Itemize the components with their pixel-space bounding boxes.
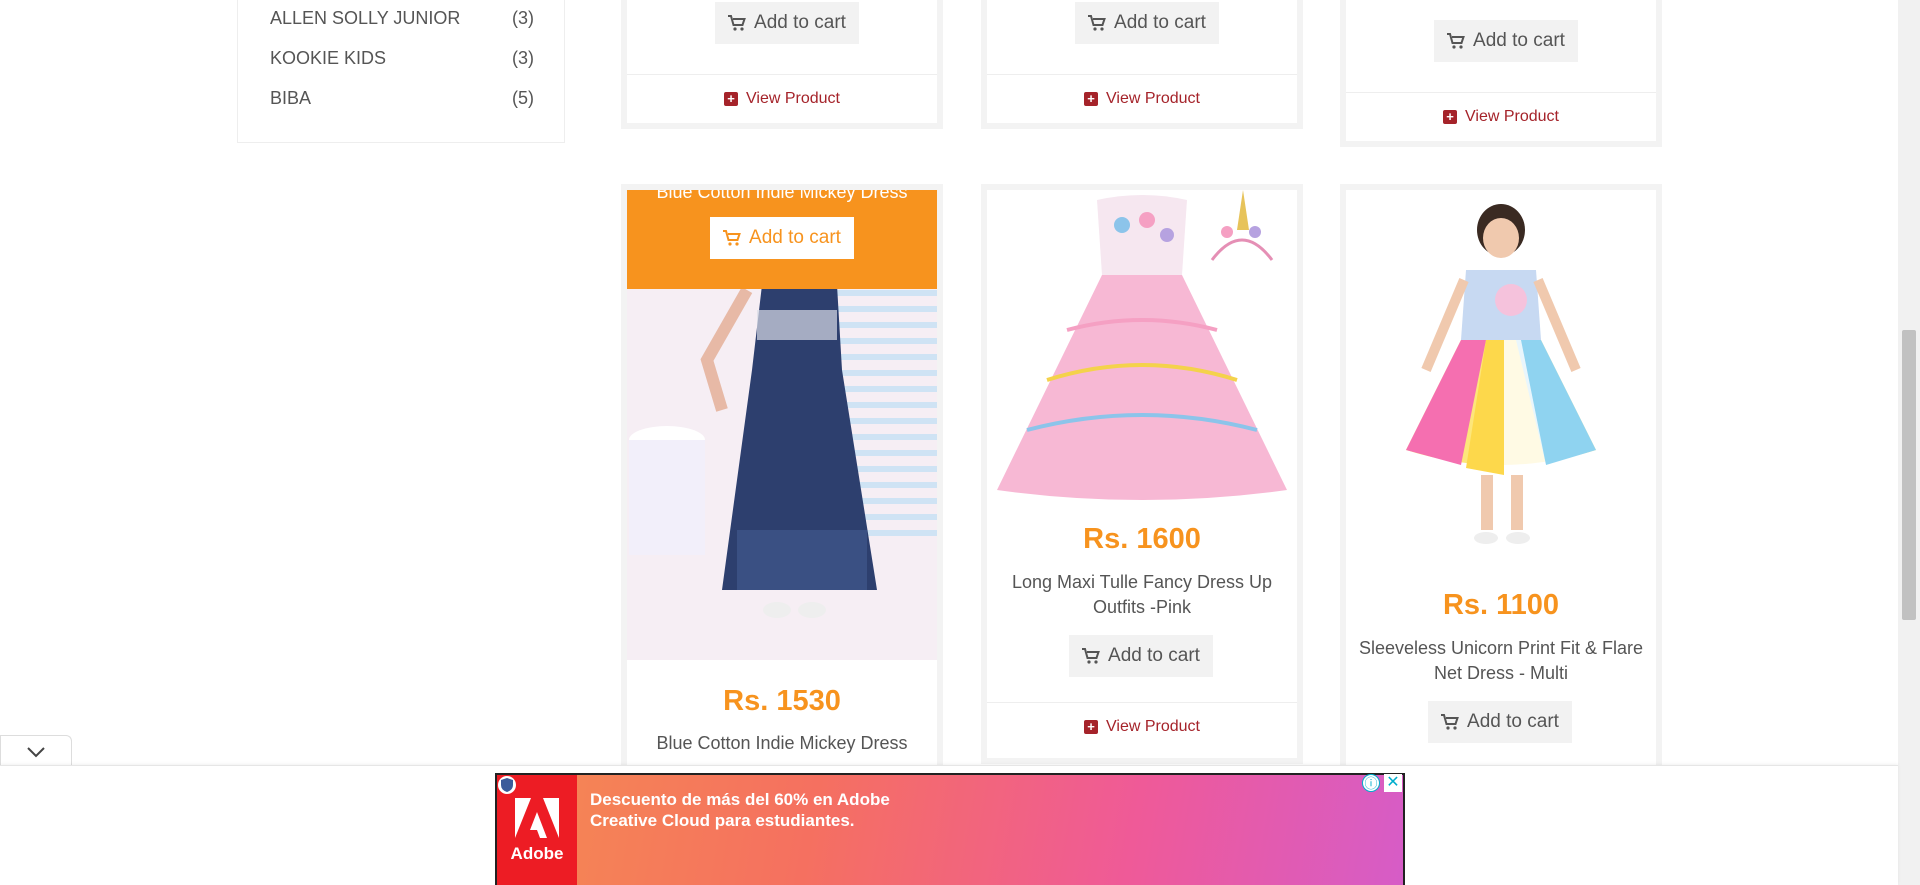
cart-icon (723, 230, 741, 246)
brand-filter-item[interactable]: KOOKIE KIDS (3) (270, 44, 534, 72)
brand-name: BIBA (270, 87, 312, 108)
add-to-cart-label: Add to cart (1114, 12, 1206, 33)
brand-count: (3) (512, 47, 534, 68)
ad-info-icon[interactable]: ⓘ (1362, 774, 1380, 792)
product-card: Rs. 1100 Sleeveless Unicorn Print Fit & … (1340, 184, 1662, 784)
add-to-cart-button[interactable]: Add to cart (715, 2, 859, 44)
view-product-link[interactable]: + View Product (987, 702, 1297, 750)
view-product-label: View Product (746, 89, 840, 107)
ad-collapse-button[interactable] (0, 735, 72, 767)
product-name[interactable]: Sleeveless Unicorn Print Fit & Flare Net… (1346, 636, 1656, 686)
product-card: Rs. 1600 Long Maxi Tulle Fancy Dress Up … (981, 184, 1303, 764)
product-price: Rs. 1600 (1083, 523, 1201, 555)
ad-text: Descuento de más del 60% en Adobe Creati… (590, 790, 890, 830)
add-to-cart-label: Add to cart (749, 227, 841, 248)
cart-icon (1441, 714, 1459, 730)
brand-name: KOOKIE KIDS (270, 47, 387, 68)
ad-banner[interactable]: Adobe Descuento de más del 60% en Adobe … (495, 773, 1405, 885)
product-card: Add to cart + View Product (981, 0, 1303, 129)
brand-filter-item[interactable]: BIBA (5) (270, 84, 534, 112)
product-image (1346, 190, 1656, 570)
add-to-cart-label: Add to cart (754, 12, 846, 33)
view-product-label: View Product (1465, 107, 1559, 125)
product-price: Rs. 1530 (723, 685, 841, 717)
product-name[interactable]: Blue Cotton Indie Mickey Dress (627, 731, 937, 756)
add-to-cart-button[interactable]: Add to cart (1428, 701, 1572, 743)
add-to-cart-label: Add to cart (1473, 30, 1565, 51)
plus-square-icon: + (1443, 109, 1457, 124)
brand-name: ALLEN SOLLY JUNIOR (270, 7, 461, 28)
scrollbar-thumb[interactable] (1902, 330, 1916, 620)
view-product-label: View Product (1106, 717, 1200, 735)
plus-square-icon: + (1084, 91, 1098, 106)
add-to-cart-label: Add to cart (1467, 711, 1559, 732)
add-to-cart-button[interactable]: Add to cart (1434, 20, 1578, 62)
adobe-brand-label: Adobe (510, 844, 564, 863)
view-product-link[interactable]: + View Product (1346, 92, 1656, 140)
product-card[interactable]: Blue Cotton Indie Mickey Dress Add to ca… (621, 184, 943, 784)
chevron-down-icon (27, 746, 45, 757)
ad-shield-icon (498, 776, 516, 794)
brand-count: (5) (512, 87, 534, 108)
product-card: Add to cart + View Product (621, 0, 943, 129)
cart-icon (1082, 648, 1100, 664)
product-hover-overlay: Blue Cotton Indie Mickey Dress Add to ca… (627, 190, 937, 289)
product-image (987, 190, 1297, 505)
plus-square-icon: + (1084, 719, 1098, 734)
brand-filter-panel: ALLEN SOLLY JUNIOR (3) KOOKIE KIDS (3) B… (237, 0, 565, 143)
adobe-logo-icon (515, 798, 559, 838)
ad-close-icon[interactable]: ✕ (1384, 774, 1402, 792)
add-to-cart-label: Add to cart (1108, 645, 1200, 666)
page: ALLEN SOLLY JUNIOR (3) KOOKIE KIDS (3) B… (0, 0, 1920, 885)
add-to-cart-button[interactable]: Add to cart (710, 217, 854, 259)
plus-square-icon: + (724, 91, 738, 106)
product-price: Rs. 1100 (1442, 589, 1560, 621)
cart-icon (1447, 33, 1465, 49)
brand-count: (3) (512, 7, 534, 28)
view-product-link[interactable]: + View Product (987, 74, 1297, 122)
product-name[interactable]: Long Maxi Tulle Fancy Dress Up Outfits -… (987, 570, 1297, 620)
product-card: Add to cart + View Product (1340, 0, 1662, 147)
add-to-cart-button[interactable]: Add to cart (1075, 2, 1219, 44)
cart-icon (728, 15, 746, 31)
view-product-label: View Product (1106, 89, 1200, 107)
cart-icon (1088, 15, 1106, 31)
add-to-cart-button[interactable]: Add to cart (1069, 635, 1213, 677)
brand-filter-item[interactable]: ALLEN SOLLY JUNIOR (3) (270, 4, 534, 32)
view-product-link[interactable]: + View Product (627, 74, 937, 122)
overlay-product-name: Blue Cotton Indie Mickey Dress (656, 184, 908, 202)
